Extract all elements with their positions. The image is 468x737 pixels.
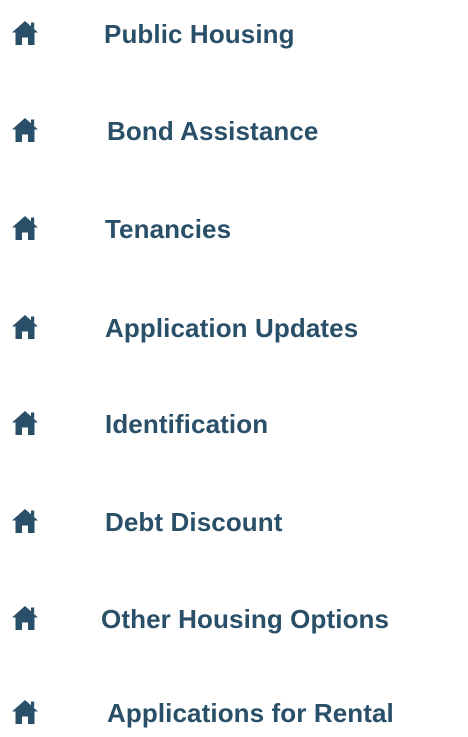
home-icon — [11, 605, 39, 631]
menu-item-label: Identification — [105, 409, 269, 439]
housing-menu: Public Housing Bond Assistance Tenancies… — [0, 0, 468, 729]
menu-item-applications-for-rental[interactable]: Applications for Rental — [0, 689, 468, 737]
home-icon — [11, 508, 39, 534]
home-icon — [11, 699, 39, 725]
menu-item-label: Tenancies — [105, 214, 232, 244]
home-icon — [11, 215, 39, 241]
menu-item-label: Bond Assistance — [107, 116, 319, 146]
menu-item-label: Other Housing Options — [101, 604, 390, 634]
menu-item-label: Debt Discount — [105, 507, 283, 537]
home-icon — [11, 20, 39, 46]
menu-item-application-updates[interactable]: Application Updates — [0, 304, 468, 352]
menu-item-debt-discount[interactable]: Debt Discount — [0, 498, 468, 546]
menu-item-public-housing[interactable]: Public Housing — [0, 10, 468, 58]
menu-item-tenancies[interactable]: Tenancies — [0, 205, 468, 253]
menu-item-bond-assistance[interactable]: Bond Assistance — [0, 107, 468, 155]
menu-item-identification[interactable]: Identification — [0, 400, 468, 448]
home-icon — [11, 314, 39, 340]
menu-item-label: Application Updates — [105, 313, 359, 343]
menu-item-label: Public Housing — [104, 19, 295, 49]
menu-item-label: Applications for Rental — [107, 698, 394, 728]
menu-item-other-housing-options[interactable]: Other Housing Options — [0, 595, 468, 643]
home-icon — [11, 117, 39, 143]
home-icon — [11, 410, 39, 436]
